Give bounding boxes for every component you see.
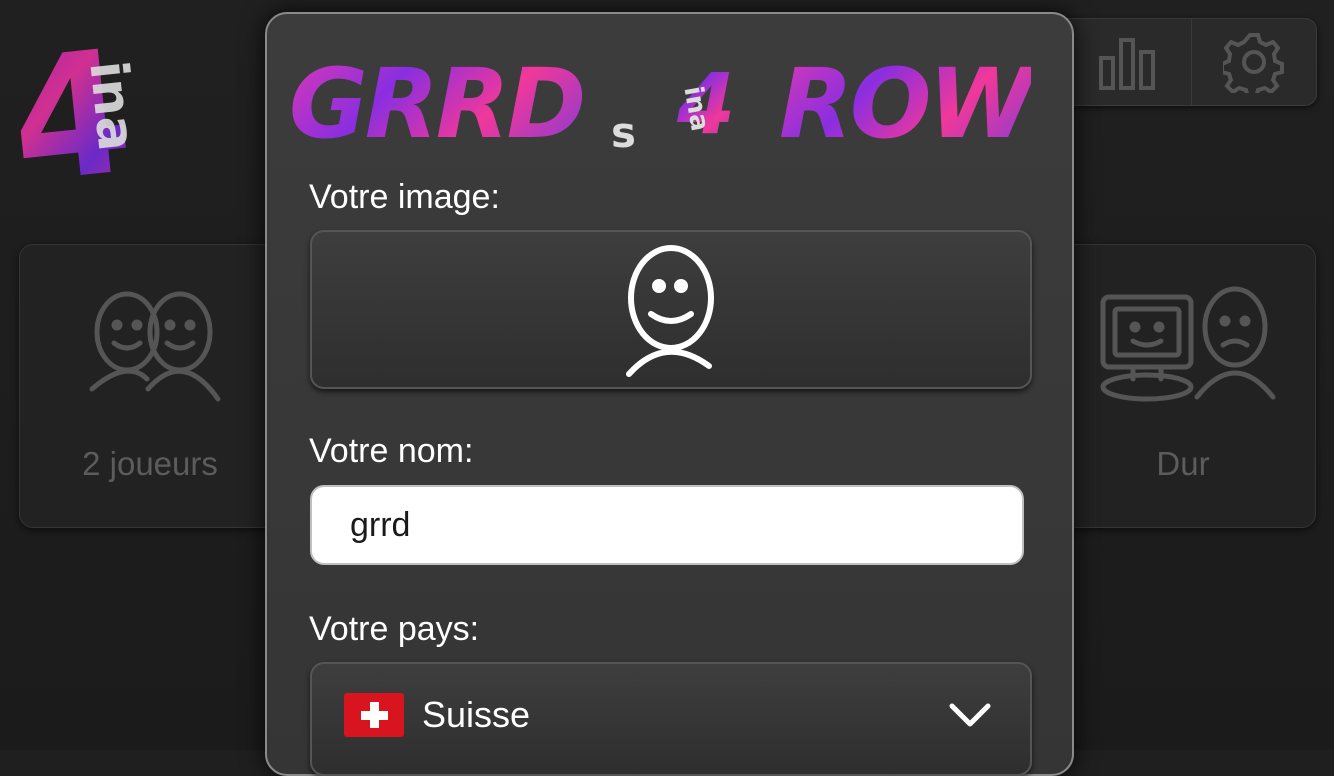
two-players-icon [89, 291, 221, 402]
smiley-person-icon [626, 244, 714, 377]
stats-button[interactable] [1065, 19, 1189, 105]
country-label: Votre pays: [309, 610, 480, 648]
chevron-down-icon [949, 703, 991, 727]
settings-button[interactable] [1191, 19, 1316, 105]
gear-icon [1223, 33, 1284, 93]
background-logo-ina: ina [77, 58, 147, 154]
mode-card-hard[interactable]: Dur [1050, 244, 1316, 528]
name-input[interactable]: grrd [310, 485, 1024, 565]
name-label: Votre nom: [309, 432, 474, 470]
country-value: Suisse [422, 694, 531, 735]
title-row: ROW [779, 44, 1034, 164]
mode-card-two-players[interactable]: 2 joueurs [19, 244, 281, 528]
country-select[interactable]: Suisse [310, 662, 1032, 776]
swiss-flag-icon [344, 693, 404, 737]
image-label: Votre image: [309, 178, 500, 216]
mode-label-hard: Dur [1156, 445, 1210, 482]
title-s: s [611, 108, 636, 157]
bar-chart-icon [1099, 38, 1155, 90]
title-grrd: GRRD [289, 44, 586, 164]
computer-vs-player-icon [1100, 286, 1276, 402]
avatar-picker-button[interactable] [310, 230, 1032, 389]
profile-dialog: GRRD s 4 ina ROW Votre image: Votre nom:… [265, 12, 1074, 776]
mode-label-two-players: 2 joueurs [82, 445, 218, 482]
background-logo: 4 ina [2, 14, 282, 223]
game-title-logo: GRRD s 4 ina ROW [289, 44, 1049, 174]
top-toolbar [1050, 18, 1317, 106]
